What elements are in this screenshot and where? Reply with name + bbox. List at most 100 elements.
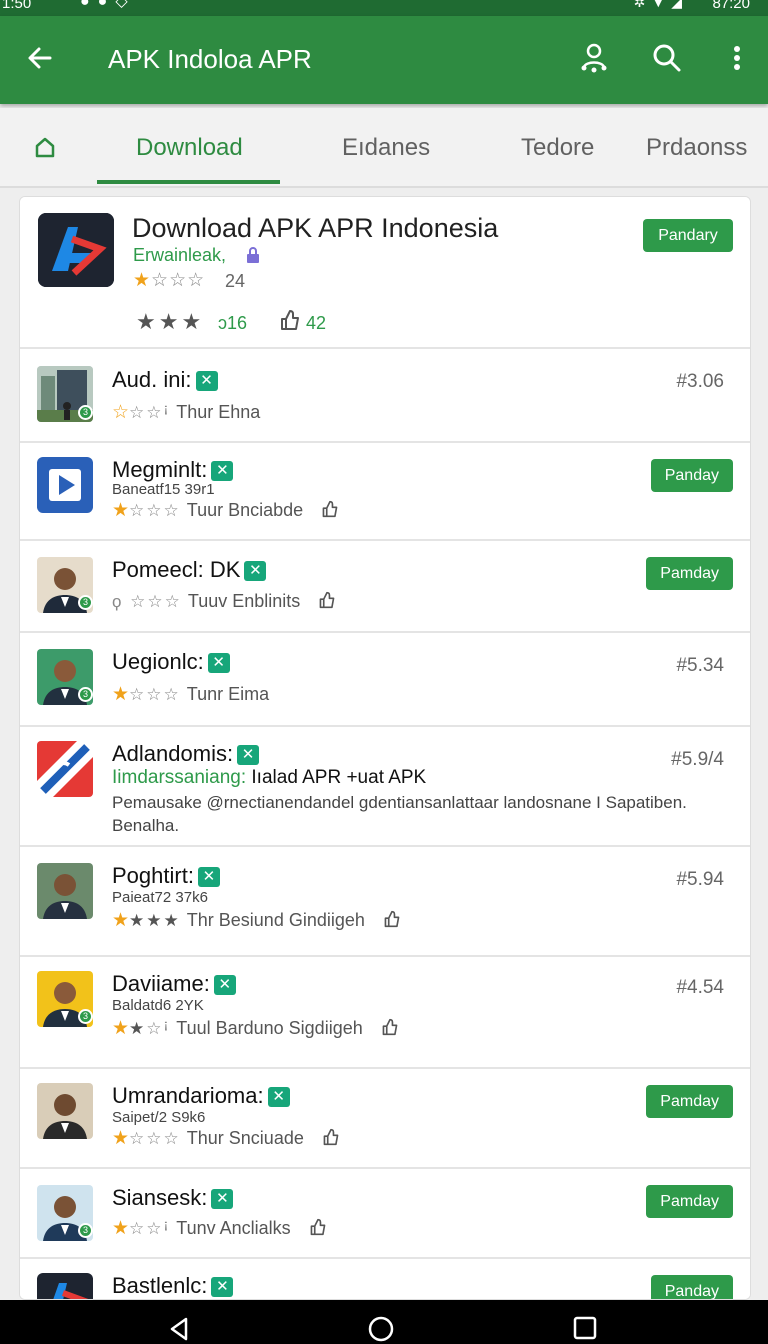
featured-star-row: ★★★ bbox=[136, 309, 205, 334]
featured-developer[interactable]: Erwainleak, bbox=[133, 245, 226, 266]
app-rating: ★★☆ꜟ Tuul Barduno Sigdiigeh bbox=[112, 1017, 399, 1040]
app-rank: #5.94 bbox=[676, 869, 724, 890]
verified-badge-icon: 3 bbox=[78, 1009, 93, 1024]
app-rating: ★☆☆☆ Tuur Bnciabde bbox=[112, 499, 339, 522]
app-name: Siansesk: ✕ bbox=[112, 1185, 234, 1211]
x-badge-icon: ✕ bbox=[244, 561, 267, 581]
app-row[interactable]: Adlandomis: ✕ Iimdarssaniang: Iıalad APR … bbox=[20, 727, 750, 847]
app-name: Umrandarioma: ✕ bbox=[112, 1083, 290, 1109]
app-row[interactable]: 3 Uegionlc: ✕ ★☆☆☆ Tunr Eima #5.34 bbox=[20, 633, 750, 727]
tab-eidanes[interactable]: Eıdanes bbox=[342, 134, 430, 162]
person-network-icon[interactable] bbox=[578, 42, 610, 74]
verified-badge-icon: 3 bbox=[78, 595, 93, 610]
app-row[interactable]: Bastlenlc: ✕ Panday bbox=[20, 1259, 750, 1299]
thumbs-up-icon[interactable] bbox=[321, 500, 339, 518]
tab-bar: Download Eıdanes Tedore Prdaonss bbox=[0, 108, 768, 188]
app-subtitle: Baldatd6 2YK bbox=[112, 997, 204, 1014]
x-badge-icon: ✕ bbox=[267, 1087, 290, 1107]
app-subtitle: Paieat72 37k6 bbox=[112, 889, 208, 906]
app-list: Download APK APR Indonesia Erwainleak, ★… bbox=[19, 196, 751, 1300]
x-badge-icon: ✕ bbox=[211, 461, 234, 481]
tab-tedore[interactable]: Tedore bbox=[521, 134, 594, 162]
home-icon[interactable] bbox=[34, 136, 56, 158]
app-action-button[interactable]: Pamday bbox=[646, 557, 733, 590]
app-rating: ★★★★ Thr Besiund Gindiigeh bbox=[112, 909, 401, 932]
x-badge-icon: ✕ bbox=[211, 1277, 234, 1297]
app-action-button[interactable]: Pamday bbox=[646, 1185, 733, 1218]
status-bar: 1:50 ●●◇ ✲▼◢ 87:20 bbox=[0, 0, 768, 16]
x-badge-icon: ✕ bbox=[195, 371, 218, 391]
active-tab-indicator bbox=[97, 180, 280, 184]
verified-badge-icon: 3 bbox=[78, 405, 93, 420]
app-action-button[interactable]: Pamday bbox=[646, 1085, 733, 1118]
app-subtitle: Baneatf15 39r1 bbox=[112, 481, 215, 498]
app-action-button[interactable]: Panday bbox=[650, 1275, 733, 1299]
system-nav-bar bbox=[0, 1300, 768, 1344]
nav-recents-icon[interactable] bbox=[573, 1316, 597, 1340]
app-row[interactable]: Megminlt: ✕ Baneatf15 39r1 ★☆☆☆ Tuur Bncia… bbox=[20, 443, 750, 541]
x-badge-icon: ✕ bbox=[237, 745, 260, 765]
app-row[interactable]: Poghtirt: ✕ Paieat72 37k6 ★★★★ Thr Besiund… bbox=[20, 847, 750, 957]
app-action-button[interactable]: Panday bbox=[650, 459, 733, 492]
thumbs-up-icon[interactable] bbox=[322, 1128, 340, 1146]
app-name: Aud. ini: ✕ bbox=[112, 367, 218, 393]
app-rating: ★☆☆☆ Thur Snciuade bbox=[112, 1127, 340, 1150]
app-avatar bbox=[37, 741, 93, 797]
tab-prdaonss[interactable]: Prdaonss bbox=[646, 134, 747, 162]
thumbs-up-icon[interactable] bbox=[383, 910, 401, 928]
app-name: Megminlt: ✕ bbox=[112, 457, 234, 483]
more-vert-icon[interactable] bbox=[721, 42, 753, 74]
featured-action-button[interactable]: Pandary bbox=[643, 219, 733, 252]
app-rating: ϙ ☆☆☆ Tuuv Enblinits bbox=[112, 591, 336, 612]
thumbs-up-icon[interactable] bbox=[309, 1218, 327, 1236]
app-rank: #4.54 bbox=[676, 977, 724, 998]
tab-download[interactable]: Download bbox=[136, 134, 243, 162]
search-icon[interactable] bbox=[651, 42, 683, 74]
featured-likes: 42 bbox=[306, 313, 327, 333]
app-avatar bbox=[37, 457, 93, 513]
app-title: APK Indoloa APR bbox=[108, 44, 312, 74]
app-row[interactable]: 3 Siansesk: ✕ ★☆☆ꜟ Tunv Anclialks Pamday bbox=[20, 1169, 750, 1259]
verified-badge-icon: 3 bbox=[78, 1223, 93, 1238]
app-rating: ★☆☆ꜟ Tunv Anclialks bbox=[112, 1217, 327, 1240]
app-bar: APK Indoloa APR bbox=[0, 16, 768, 104]
app-avatar bbox=[37, 1273, 93, 1299]
app-row[interactable]: 3 Daviiame: ✕ Baldatd6 2YK ★★☆ꜟ Tuul Bardu… bbox=[20, 957, 750, 1069]
app-tagline: Iimdarssaniang: Iıalad APR +uat APK bbox=[112, 767, 427, 788]
app-rank: #5.34 bbox=[676, 655, 724, 676]
featured-rating-value: 24 bbox=[225, 271, 246, 291]
x-badge-icon: ✕ bbox=[213, 975, 236, 995]
featured-app-card[interactable]: Download APK APR Indonesia Erwainleak, ★… bbox=[20, 197, 750, 349]
app-name: Uegionlc: ✕ bbox=[112, 649, 230, 675]
featured-title: Download APK APR Indonesia bbox=[132, 213, 499, 243]
status-time: 1:50 bbox=[2, 0, 32, 12]
app-row[interactable]: 3 Aud. ini: ✕ ☆☆☆ꜟ Thur Ehna #3.06 bbox=[20, 349, 750, 443]
nav-home-icon[interactable] bbox=[368, 1316, 394, 1342]
app-subtitle: Saipet/2 S9k6 bbox=[112, 1109, 206, 1126]
featured-count: ɔ16 bbox=[218, 313, 248, 333]
app-row[interactable]: 3 Pomeecl: DK ✕ ϙ ☆☆☆ Tuuv Enblinits Pamda… bbox=[20, 541, 750, 633]
app-row[interactable]: Umrandarioma: ✕ Saipet/2 S9k6 ★☆☆☆ Thur Sn… bbox=[20, 1069, 750, 1169]
app-name: Daviiame: ✕ bbox=[112, 971, 236, 997]
x-badge-icon: ✕ bbox=[207, 653, 230, 673]
app-rank: #3.06 bbox=[676, 371, 724, 392]
featured-app-icon bbox=[38, 213, 114, 287]
signal-wifi-icons: ✲▼◢ bbox=[633, 0, 688, 10]
x-badge-icon: ✕ bbox=[197, 867, 220, 887]
thumbs-up-icon[interactable] bbox=[381, 1018, 399, 1036]
battery-level: 87:20 bbox=[712, 0, 750, 12]
back-arrow-icon[interactable] bbox=[24, 42, 56, 74]
nav-back-icon[interactable] bbox=[168, 1316, 190, 1342]
notification-icons: ●●◇ bbox=[80, 0, 136, 10]
thumbs-up-icon[interactable] bbox=[280, 309, 300, 331]
app-rating: ☆☆☆ꜟ Thur Ehna bbox=[112, 402, 261, 423]
verified-badge-icon: 3 bbox=[78, 687, 93, 702]
x-badge-icon: ✕ bbox=[211, 1189, 234, 1209]
app-name: Adlandomis: ✕ bbox=[112, 741, 260, 767]
app-description: Pemausake @rnectianendandel gdentiansanl… bbox=[112, 793, 687, 835]
app-avatar bbox=[37, 1083, 93, 1139]
thumbs-up-icon[interactable] bbox=[318, 591, 336, 609]
featured-star-rating: ★☆☆☆ bbox=[133, 270, 206, 291]
app-name: Pomeecl: DK ✕ bbox=[112, 557, 267, 583]
app-name: Poghtirt: ✕ bbox=[112, 863, 220, 889]
